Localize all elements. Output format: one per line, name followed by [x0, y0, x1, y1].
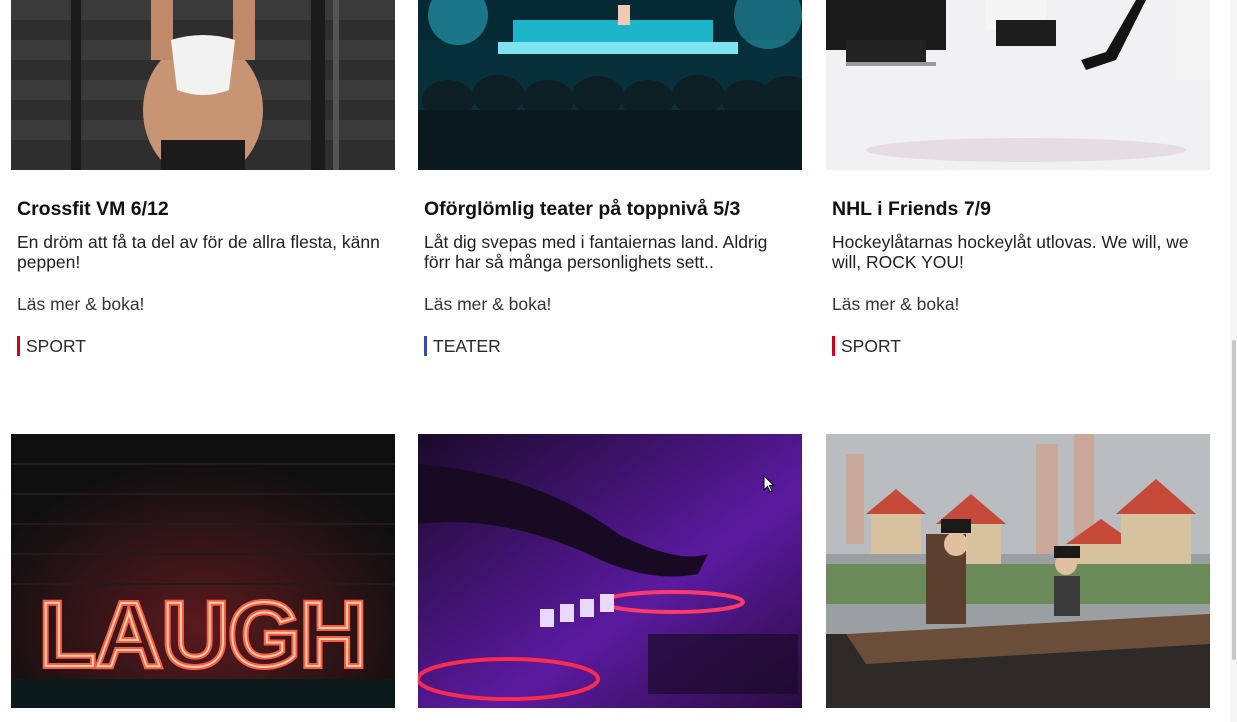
- event-card[interactable]: LAUGH LAUGH: [11, 434, 395, 708]
- category-tag[interactable]: TEATER: [424, 336, 802, 356]
- event-card[interactable]: Crossfit VM 6/12 En dröm att få ta del a…: [11, 0, 395, 356]
- event-card[interactable]: Oförglömlig teater på toppnivå 5/3 Låt d…: [418, 0, 802, 356]
- event-description: Låt dig svepas med i fantaiernas land. A…: [424, 232, 768, 272]
- event-description: En dröm att få ta del av för de allra fl…: [17, 232, 380, 272]
- mouse-cursor-icon: [763, 475, 775, 493]
- scrollbar-thumb[interactable]: [1232, 340, 1236, 660]
- event-image-puppet[interactable]: [826, 434, 1210, 708]
- event-card[interactable]: [826, 434, 1210, 708]
- event-image-laugh[interactable]: LAUGH LAUGH: [11, 434, 395, 708]
- event-image-hockey[interactable]: [826, 0, 1210, 170]
- event-card[interactable]: [418, 434, 802, 708]
- neon-laugh-highlight: LAUGH: [39, 584, 366, 686]
- event-description: Hockeylåtarnas hockeylåt utlovas. We wil…: [832, 232, 1189, 272]
- event-image-crossfit[interactable]: [11, 0, 395, 170]
- read-more-link[interactable]: Läs mer & boka!: [832, 294, 959, 314]
- read-more-link[interactable]: Läs mer & boka!: [424, 294, 551, 314]
- event-title[interactable]: Crossfit VM 6/12: [17, 198, 395, 220]
- event-image-dj[interactable]: [418, 434, 802, 708]
- category-tag[interactable]: SPORT: [832, 336, 1210, 356]
- event-title[interactable]: NHL i Friends 7/9: [832, 198, 1210, 220]
- event-card[interactable]: NHL i Friends 7/9 Hockeylåtarnas hockeyl…: [826, 0, 1210, 356]
- read-more-link[interactable]: Läs mer & boka!: [17, 294, 144, 314]
- event-image-theatre[interactable]: [418, 0, 802, 170]
- category-tag[interactable]: SPORT: [17, 336, 395, 356]
- event-title[interactable]: Oförglömlig teater på toppnivå 5/3: [424, 198, 802, 220]
